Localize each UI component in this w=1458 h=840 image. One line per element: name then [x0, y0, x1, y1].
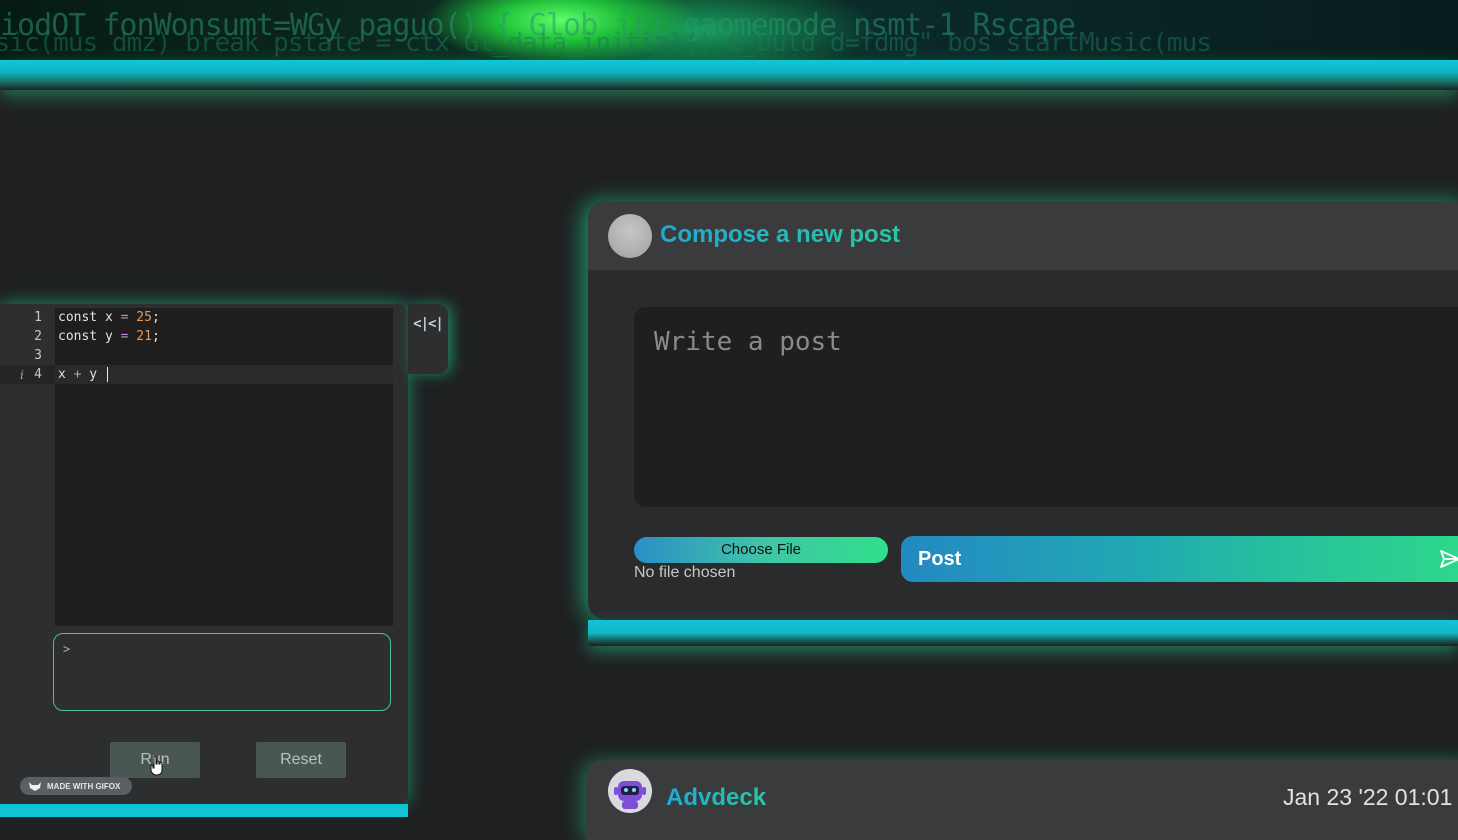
compose-accent-bar — [588, 620, 1458, 646]
line-number: 3 — [34, 348, 42, 363]
code-line-4: x + y — [58, 365, 108, 384]
line-number: 2 — [34, 329, 42, 344]
choose-file-button[interactable]: Choose File — [634, 537, 888, 563]
console-prompt: > — [63, 642, 71, 656]
header-banner: iodOT fonWonsumt=WGy paguo() { Glob_jrl … — [0, 0, 1458, 60]
sandbox-accent-bar — [0, 804, 408, 817]
post-button[interactable]: Post — [901, 536, 1458, 582]
user-avatar — [608, 214, 652, 258]
compose-header: Compose a new post — [588, 201, 1458, 270]
banner-accent-bar — [0, 60, 1458, 90]
send-icon — [1440, 550, 1458, 568]
compose-title: Compose a new post — [660, 221, 901, 248]
reset-button[interactable]: Reset — [256, 742, 346, 778]
info-icon: i — [20, 368, 24, 382]
badge-label: MADE WITH GIFOX — [47, 781, 121, 791]
post-timestamp: Jan 23 '22 01:01 — [1283, 784, 1453, 810]
post-textarea[interactable]: Write a post — [634, 307, 1458, 507]
code-line-2: const y = 21; — [58, 329, 160, 344]
gifox-watermark: MADE WITH GIFOX — [20, 777, 132, 795]
banner-code-text-2: usic(mus dmz) break pstate = ctx Gt_data… — [0, 28, 1212, 58]
robot-avatar-icon — [608, 769, 652, 813]
compose-post-card: Compose a new post Write a post Choose F… — [588, 201, 1458, 620]
text-caret — [106, 367, 108, 382]
fox-icon — [29, 781, 41, 791]
file-status-text: No file chosen — [634, 564, 736, 581]
author-avatar[interactable] — [608, 769, 652, 813]
code-line-1: const x = 25; — [58, 310, 160, 325]
editor-code-area[interactable]: const x = 25; const y = 21; x + y — [55, 308, 393, 626]
line-number: 1 — [34, 310, 42, 325]
hand-cursor-icon — [150, 756, 163, 776]
post-card: Advdeck Jan 23 '22 01:01 — [586, 760, 1458, 840]
code-editor[interactable]: const x = 25; const y = 21; x + y 1 2 3 … — [0, 308, 393, 626]
post-button-label: Post — [918, 548, 962, 570]
post-author[interactable]: Advdeck — [666, 784, 766, 812]
sandbox-collapse-toggle[interactable]: <|<| — [408, 304, 448, 374]
collapse-icon: <|<| — [413, 316, 444, 332]
console-output: > — [53, 633, 391, 711]
